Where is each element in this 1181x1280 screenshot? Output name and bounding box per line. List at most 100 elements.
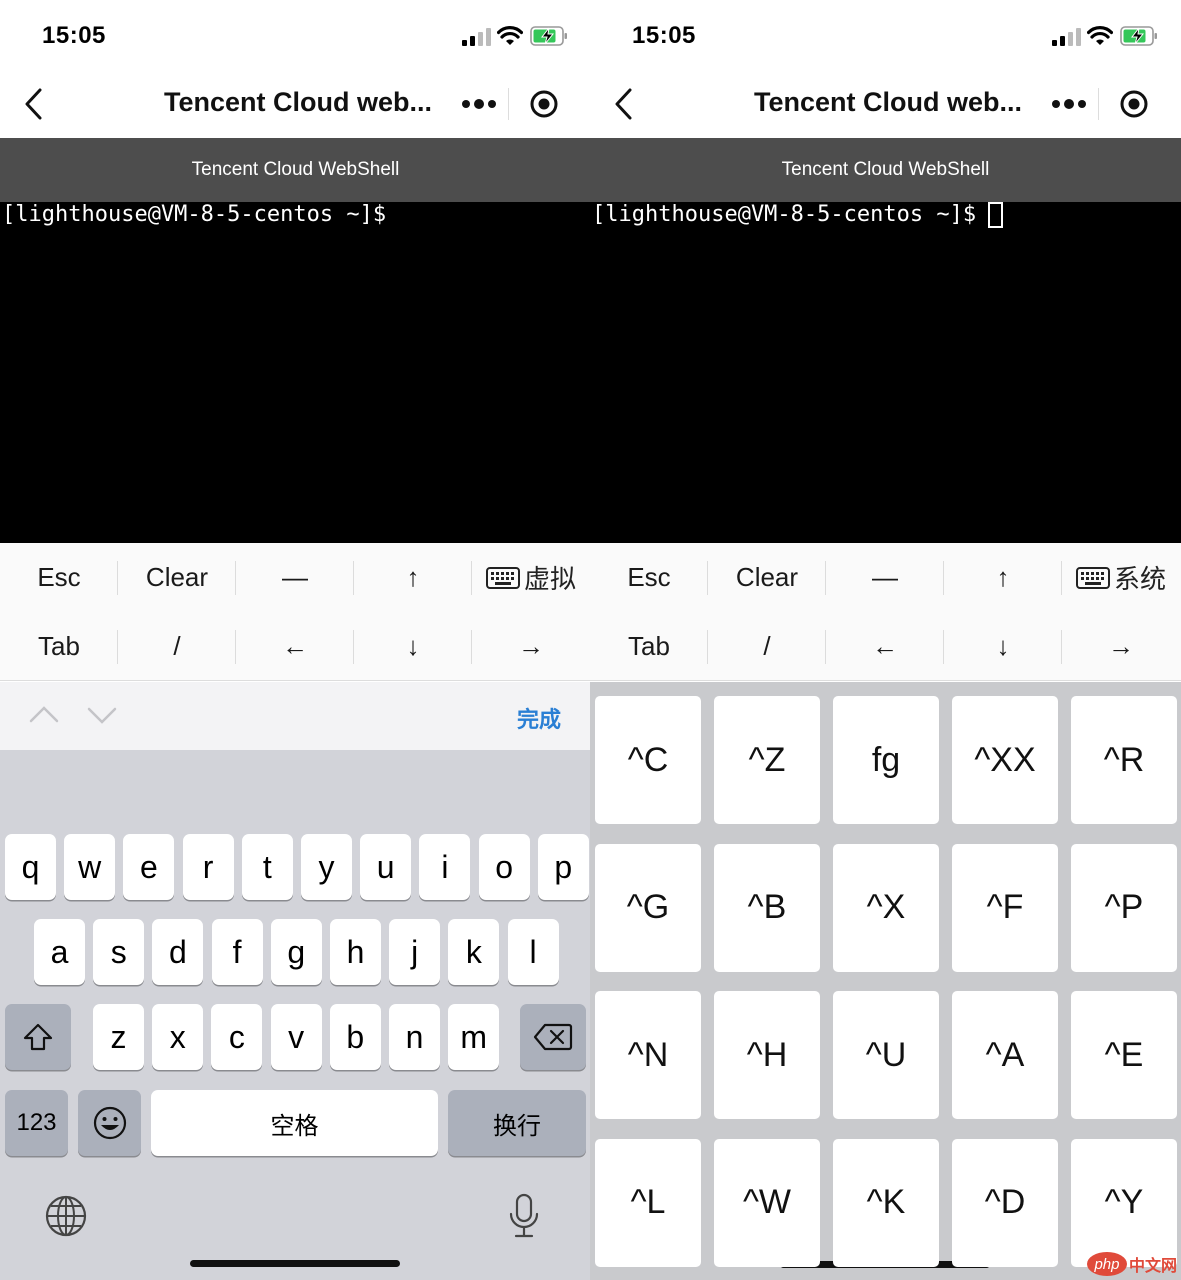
key-c[interactable]: c: [211, 1004, 263, 1070]
esc-key[interactable]: Esc: [590, 543, 708, 612]
key-z[interactable]: z: [93, 1004, 144, 1070]
chevron-down-icon[interactable]: [86, 706, 118, 726]
numbers-key[interactable]: 123: [5, 1090, 68, 1156]
back-chevron-icon[interactable]: [610, 86, 638, 122]
terminal-screen[interactable]: [lighthouse@VM-8-5-centos ~]$: [590, 202, 1181, 543]
key-w[interactable]: w: [64, 834, 116, 900]
webshell-header: Tencent Cloud WebShell: [590, 138, 1181, 202]
emoji-key[interactable]: [78, 1090, 141, 1156]
back-chevron-icon[interactable]: [20, 86, 48, 122]
webshell-header: Tencent Cloud WebShell: [0, 138, 591, 202]
space-key[interactable]: 空格: [151, 1090, 438, 1156]
ctrl-key[interactable]: ^N: [595, 991, 701, 1119]
key-r[interactable]: r: [182, 834, 234, 900]
key-d[interactable]: d: [152, 919, 204, 985]
ctrl-key[interactable]: fg: [833, 696, 939, 824]
keyboard-switch-label: 虚拟: [523, 564, 576, 594]
key-j[interactable]: j: [389, 919, 441, 985]
key-o[interactable]: o: [478, 834, 530, 900]
slash-key[interactable]: /: [708, 612, 826, 681]
ctrl-key[interactable]: ^Y: [1071, 1138, 1177, 1267]
ctrl-key[interactable]: ^Z: [714, 696, 820, 824]
backspace-key[interactable]: [520, 1004, 586, 1070]
key-x[interactable]: x: [152, 1004, 204, 1070]
arrow-right-key[interactable]: →: [1062, 612, 1180, 681]
key-e[interactable]: e: [123, 834, 175, 900]
ctrl-key[interactable]: ^L: [595, 1138, 701, 1267]
home-indicator: [190, 1260, 400, 1267]
key-f[interactable]: f: [211, 919, 263, 985]
shift-arrow-icon: [23, 1023, 53, 1051]
shortcut-bar: Esc Clear — ↑ 虚拟 Tab / ← ↓ →: [0, 543, 591, 681]
key-l[interactable]: l: [507, 919, 559, 985]
keyboard-icon: [1075, 566, 1110, 589]
close-target-icon[interactable]: [529, 89, 559, 119]
terminal-screen[interactable]: [lighthouse@VM-8-5-centos ~]$: [0, 202, 591, 543]
key-b[interactable]: b: [329, 1004, 381, 1070]
arrow-down-key[interactable]: ↓: [354, 612, 472, 681]
key-u[interactable]: u: [360, 834, 412, 900]
ctrl-key[interactable]: ^C: [595, 696, 701, 824]
terminal-prompt: [lighthouse@VM-8-5-centos ~]$: [592, 202, 1004, 228]
tab-key[interactable]: Tab: [0, 612, 118, 681]
more-dots-icon[interactable]: [1050, 96, 1088, 112]
arrow-up-key[interactable]: ↑: [354, 543, 472, 612]
shift-key[interactable]: [5, 1004, 71, 1070]
ctrl-key[interactable]: ^F: [952, 843, 1058, 972]
done-button[interactable]: 完成: [517, 702, 561, 734]
keyboard-switch-button[interactable]: 系统: [1062, 543, 1180, 612]
clear-key[interactable]: Clear: [118, 543, 236, 612]
clear-key[interactable]: Clear: [708, 543, 826, 612]
chevron-up-icon[interactable]: [28, 704, 60, 724]
key-q[interactable]: q: [5, 834, 56, 900]
key-s[interactable]: s: [93, 919, 145, 985]
keyboard-switch-button[interactable]: 虚拟: [472, 543, 590, 612]
key-n[interactable]: n: [389, 1004, 440, 1070]
arrow-down-key[interactable]: ↓: [944, 612, 1062, 681]
esc-key[interactable]: Esc: [0, 543, 118, 612]
ctrl-key[interactable]: ^W: [714, 1138, 820, 1267]
ctrl-key[interactable]: ^XX: [952, 696, 1058, 824]
ctrl-key[interactable]: ^P: [1071, 843, 1177, 972]
key-h[interactable]: h: [330, 919, 381, 985]
key-v[interactable]: v: [270, 1004, 322, 1070]
key-g[interactable]: g: [270, 919, 322, 985]
tab-key[interactable]: Tab: [590, 612, 708, 681]
key-p[interactable]: p: [537, 834, 589, 900]
ctrl-key[interactable]: ^A: [952, 991, 1058, 1119]
key-m[interactable]: m: [448, 1004, 500, 1070]
ctrl-key[interactable]: ^G: [595, 843, 701, 972]
ctrl-key[interactable]: ^E: [1071, 991, 1177, 1119]
ctrl-key[interactable]: ^R: [1071, 696, 1177, 824]
close-target-icon[interactable]: [1119, 89, 1149, 119]
battery-charging-icon: [530, 26, 567, 46]
dash-key[interactable]: —: [236, 543, 354, 612]
ctrl-key[interactable]: ^U: [833, 991, 939, 1119]
arrow-up-key[interactable]: ↑: [944, 543, 1062, 612]
ctrl-key[interactable]: ^H: [714, 991, 820, 1119]
globe-icon[interactable]: [44, 1194, 88, 1238]
status-bar: 15:05: [590, 0, 1181, 70]
ctrl-key[interactable]: ^X: [833, 843, 939, 972]
arrow-left-key[interactable]: ←: [826, 612, 944, 681]
left-screen: 15:05 Tencent Cloud web... Tencent Cloud…: [0, 0, 591, 1280]
arrow-left-key[interactable]: ←: [236, 612, 354, 681]
backspace-icon: [533, 1023, 573, 1051]
key-i[interactable]: i: [419, 834, 471, 900]
dash-key[interactable]: —: [826, 543, 944, 612]
ctrl-key[interactable]: ^D: [952, 1138, 1058, 1267]
key-t[interactable]: t: [241, 834, 293, 900]
ctrl-key[interactable]: ^B: [714, 843, 820, 972]
key-y[interactable]: y: [301, 834, 352, 900]
arrow-right-key[interactable]: →: [472, 612, 590, 681]
key-k[interactable]: k: [448, 919, 500, 985]
key-a[interactable]: a: [34, 919, 85, 985]
microphone-icon[interactable]: [506, 1192, 542, 1240]
slash-key[interactable]: /: [118, 612, 236, 681]
terminal-cursor: [988, 202, 1004, 228]
mini-program-capsule: [1036, 82, 1160, 126]
ctrl-key[interactable]: ^K: [833, 1138, 939, 1267]
status-time: 15:05: [632, 22, 696, 49]
more-dots-icon[interactable]: [460, 96, 498, 112]
return-key[interactable]: 换行: [448, 1090, 586, 1156]
